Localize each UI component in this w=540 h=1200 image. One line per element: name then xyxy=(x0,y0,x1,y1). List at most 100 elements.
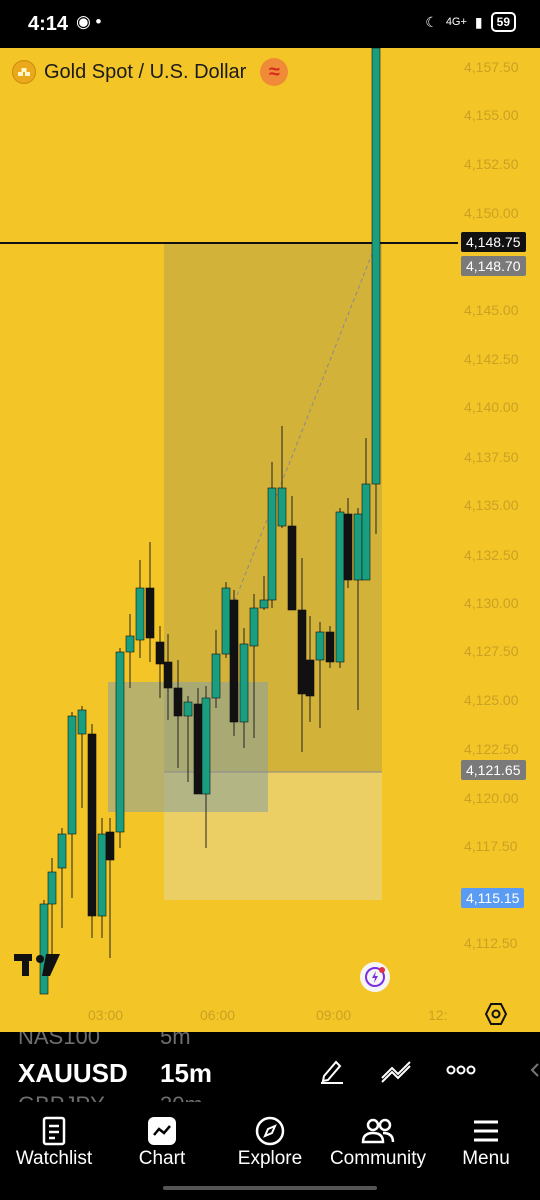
nav-explore-label: Explore xyxy=(237,1148,303,1169)
candle-body xyxy=(343,513,353,581)
candle-body xyxy=(67,715,77,835)
candle-body xyxy=(87,733,97,917)
candle-body xyxy=(249,607,259,647)
nav-menu[interactable]: Menu xyxy=(450,1114,522,1170)
candle-body xyxy=(277,487,287,527)
price-axis-label: 4,112.50 xyxy=(464,935,518,951)
status-time: 4:14 xyxy=(28,13,69,35)
candle-body xyxy=(267,487,277,601)
time-axis-label: 06:00 xyxy=(200,1007,235,1023)
signal-icon: ▮ xyxy=(474,13,483,30)
candle-body xyxy=(259,599,269,609)
price-axis-label: 4,145.00 xyxy=(464,302,519,318)
price-axis-label: 4,130.00 xyxy=(464,595,519,611)
candle-body xyxy=(163,661,173,689)
chart-icon xyxy=(147,1114,177,1148)
nav-chart-label: Chart xyxy=(138,1148,186,1169)
candle-body xyxy=(155,641,165,665)
price-axis-label: 4,135.00 xyxy=(464,497,519,513)
tradingview-logo xyxy=(14,952,62,983)
candle-body xyxy=(145,587,155,639)
wave-icon[interactable]: ≈ xyxy=(260,58,289,86)
network-indicator: 4G+ xyxy=(445,16,467,28)
current-price-label: 4,148.75 xyxy=(461,232,526,252)
gold-bars-icon xyxy=(12,60,36,84)
candle-body xyxy=(353,513,363,581)
status-bar: 4:14 ◉ • ☾ 4G+ ▮ 59 xyxy=(0,0,540,48)
more-icon[interactable] xyxy=(446,1062,476,1083)
chart-settings-icon[interactable] xyxy=(484,1002,508,1031)
price-axis-label: 4,132.50 xyxy=(464,547,519,563)
candle-body xyxy=(193,703,203,795)
nav-chart[interactable]: Chart xyxy=(122,1114,202,1170)
stop-price-label: 4,115.15 xyxy=(461,888,525,908)
symbol-header[interactable]: Gold Spot / U.S. Dollar ≈ xyxy=(12,58,289,86)
price-chart[interactable]: 4,157.50 4,155.00 4,152.50 4,150.00 4,145.00… xyxy=(0,48,540,1032)
candle-body xyxy=(105,831,115,861)
price-axis-label: 4,120.00 xyxy=(464,790,519,806)
candle-body xyxy=(183,701,193,717)
candle-body xyxy=(201,697,211,795)
take-profit-label: 4,148.70 xyxy=(461,256,526,276)
candle-body xyxy=(173,687,183,717)
candle-body xyxy=(297,609,307,695)
symbol-next[interactable]: GBPJPY xyxy=(18,1092,105,1102)
discord-icon: ◉ • xyxy=(76,12,102,31)
price-axis-label: 4,125.00 xyxy=(464,692,519,708)
time-axis-label: 09:00 xyxy=(316,1007,351,1023)
community-icon xyxy=(361,1114,395,1148)
price-axis-label: 4,157.50 xyxy=(464,59,519,75)
candle-body xyxy=(115,651,125,833)
candle-body xyxy=(47,871,57,905)
nav-community[interactable]: Community xyxy=(322,1114,434,1170)
candle-body xyxy=(135,587,145,641)
price-axis-label: 4,152.50 xyxy=(464,156,519,172)
price-axis-label: 4,122.50 xyxy=(464,741,519,757)
candle-body xyxy=(325,631,335,663)
candle-body xyxy=(57,833,67,869)
interval-current[interactable]: 15m xyxy=(160,1058,212,1089)
bottom-navigation: Watchlist Chart Explore Community Menu xyxy=(0,1102,540,1200)
symbol-title[interactable]: Gold Spot / U.S. Dollar xyxy=(44,61,246,84)
symbol-interval-panel[interactable]: NAS100 XAUUSD GBPJPY 5m 15m 30m xyxy=(0,1032,540,1102)
chart-area[interactable]: 4,157.50 4,155.00 4,152.50 4,150.00 4,145.00… xyxy=(0,48,540,1032)
pencil-icon[interactable] xyxy=(318,1056,346,1089)
candle-body xyxy=(97,833,107,917)
dnd-icon: ☾ xyxy=(425,13,438,30)
entry-price-label: 4,121.65 xyxy=(461,760,526,780)
interval-prev[interactable]: 5m xyxy=(160,1032,191,1050)
price-axis-label: 4,150.00 xyxy=(464,205,519,221)
chevron-left-icon[interactable] xyxy=(528,1062,540,1083)
battery-indicator: 59 xyxy=(490,12,516,32)
replay-button[interactable] xyxy=(360,962,390,992)
price-axis-label: 4,127.50 xyxy=(464,643,519,659)
price-axis-label: 4,137.50 xyxy=(464,449,519,465)
nav-watchlist[interactable]: Watchlist xyxy=(10,1114,98,1170)
candle-body xyxy=(371,48,381,485)
candle-body xyxy=(77,709,87,735)
candle-body xyxy=(221,587,231,655)
home-indicator[interactable] xyxy=(163,1186,377,1190)
price-axis-label: 4,117.50 xyxy=(464,838,518,854)
nav-explore[interactable]: Explore xyxy=(228,1114,312,1170)
symbol-current[interactable]: XAUUSD xyxy=(18,1058,128,1089)
candle-body xyxy=(239,643,249,723)
candle-body xyxy=(211,653,221,699)
interval-next[interactable]: 30m xyxy=(160,1092,203,1102)
price-axis-label: 4,142.50 xyxy=(464,351,519,367)
time-axis-label: 03:00 xyxy=(88,1007,123,1023)
candle-body xyxy=(361,483,371,581)
status-right: ☾ 4G+ ▮ 59 xyxy=(425,12,516,32)
candle-body xyxy=(229,599,239,723)
symbol-prev[interactable]: NAS100 xyxy=(18,1032,100,1050)
price-axis-label: 4,140.00 xyxy=(464,399,519,415)
candle-body xyxy=(125,635,135,653)
nav-menu-label: Menu xyxy=(462,1148,510,1169)
watchlist-icon xyxy=(42,1114,66,1148)
compass-icon xyxy=(254,1114,286,1148)
price-axis-label: 4,155.00 xyxy=(464,107,519,123)
candle-body xyxy=(335,511,345,663)
trend-line-icon[interactable] xyxy=(380,1056,412,1089)
candle-body xyxy=(315,631,325,661)
nav-watchlist-label: Watchlist xyxy=(15,1148,93,1169)
